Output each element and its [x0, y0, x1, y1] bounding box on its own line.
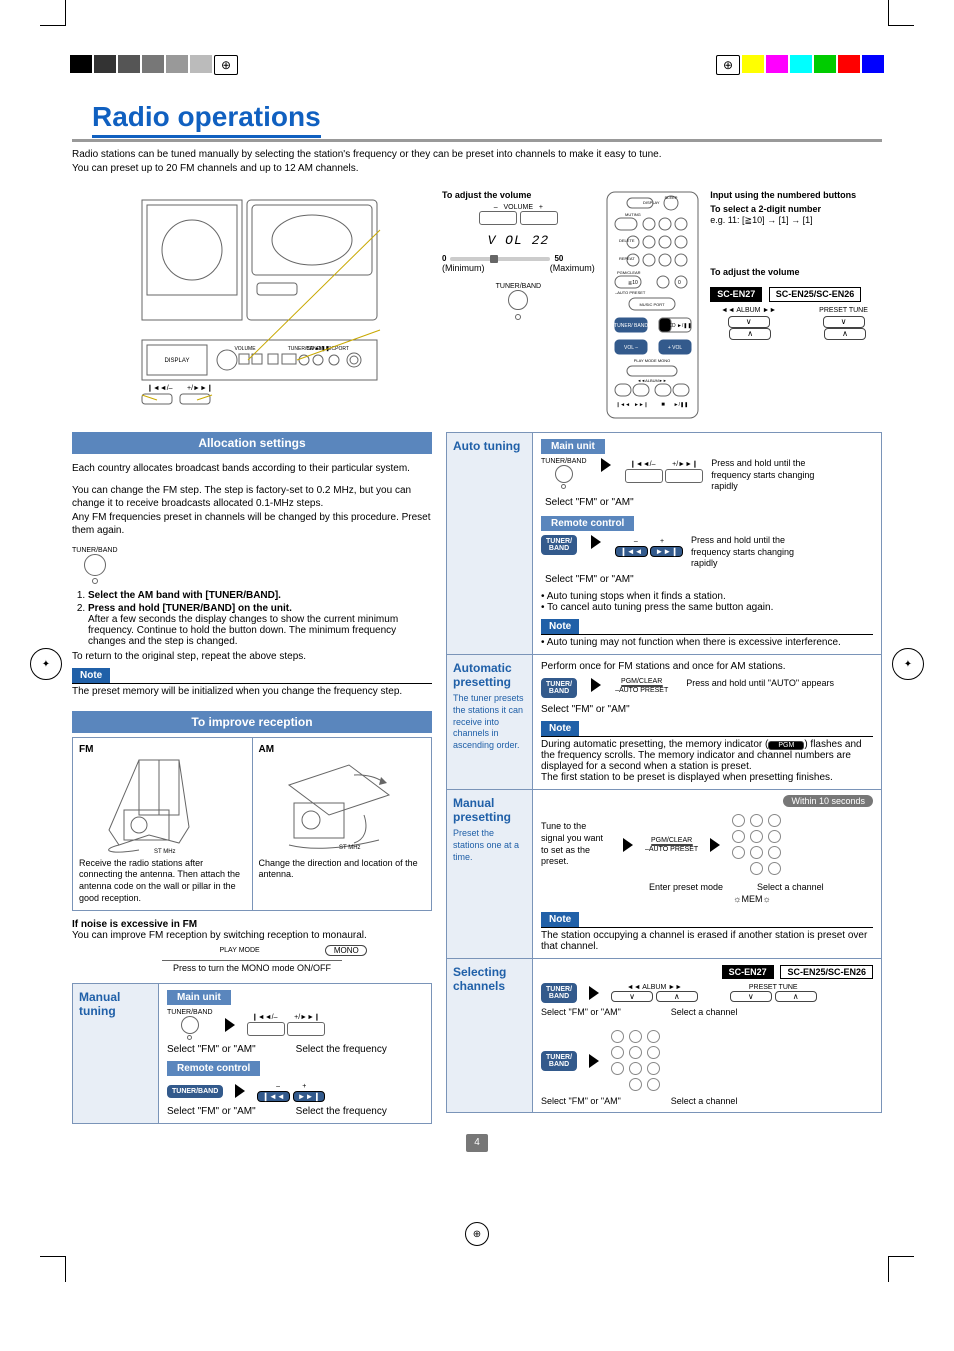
- svg-text:■: ■: [661, 402, 665, 408]
- fm-label: FM: [79, 744, 93, 755]
- svg-text:►►❙: ►►❙: [634, 402, 648, 408]
- numpad-icon: [732, 811, 781, 878]
- remote-illustration: DISPLAY SLEEP MUTING DELETE REPEAT PGM/C…: [605, 190, 700, 422]
- svg-text:❙◄◄/–: ❙◄◄/–: [147, 384, 173, 392]
- intro-text: Radio stations can be tuned manually by …: [72, 148, 882, 176]
- svg-text:ST MHz: ST MHz: [154, 849, 176, 855]
- display-text: V OL 22: [488, 233, 550, 248]
- side-register-icon: ✦: [892, 648, 924, 680]
- numpad-icon: [611, 1027, 660, 1094]
- select-channels-title: Selecting channels: [453, 965, 526, 993]
- remote-captions: Input using the numbered buttons To sele…: [710, 190, 882, 340]
- volume-title: To adjust the volume: [442, 190, 595, 200]
- main-unit-illustration: DISPLAY VOLUME TUNER/BAND CD ►/❚❚ MUSICP…: [72, 190, 432, 413]
- page: Radio operations Radio stations can be t…: [62, 71, 892, 1212]
- svg-text:CD ►/❚❚: CD ►/❚❚: [668, 323, 691, 329]
- svg-text:◄◄ALBUM►►: ◄◄ALBUM►►: [637, 378, 667, 383]
- side-register-icon: ✦: [30, 648, 62, 680]
- svg-text:0: 0: [678, 280, 681, 286]
- svg-text:ST MHz: ST MHz: [339, 845, 361, 851]
- allocation-steps: Select the AM band with [TUNER/BAND]. Pr…: [72, 590, 432, 647]
- svg-text:❙◄◄: ❙◄◄: [616, 402, 630, 408]
- manual-preset-title: Manual presetting: [453, 796, 526, 824]
- svg-text:PGM/CLEAR: PGM/CLEAR: [617, 270, 641, 275]
- auto-tuning-title: Auto tuning: [453, 439, 526, 453]
- svg-text:►/❚❚: ►/❚❚: [674, 402, 689, 408]
- allocation-title: Allocation settings: [72, 432, 432, 454]
- svg-text:MUTING: MUTING: [625, 212, 641, 217]
- svg-text:≧10: ≧10: [628, 280, 638, 286]
- noisy-title: If noise is excessive in FM: [72, 919, 197, 930]
- svg-text:DISPLAY: DISPLAY: [643, 200, 660, 205]
- svg-text:VOLUME: VOLUME: [234, 346, 256, 352]
- print-registration-bottom: ⊕: [0, 1212, 954, 1282]
- auto-preset-title: Automatic presetting: [453, 661, 526, 689]
- svg-text:+/►►❙: +/►►❙: [187, 384, 213, 392]
- tune-instruction: Tune to the signal you want to set as th…: [541, 821, 611, 868]
- svg-text:SLEEP: SLEEP: [665, 195, 678, 200]
- svg-text:–AUTO PRESET: –AUTO PRESET: [615, 290, 646, 295]
- page-title: Radio operations: [92, 101, 321, 138]
- am-antenna-icon: ST MHz: [259, 755, 409, 855]
- page-number: 4: [466, 1134, 488, 1152]
- svg-text:DELETE: DELETE: [619, 238, 635, 243]
- svg-text:PLAY MODE MONO: PLAY MODE MONO: [634, 358, 671, 363]
- fm-antenna-icon: ST MHz: [79, 755, 229, 855]
- svg-text:REPEAT: REPEAT: [619, 256, 635, 261]
- manual-tuning-title: Manual tuning: [79, 990, 152, 1018]
- right-panel: Auto tuning Main unit TUNER/BAND: [446, 432, 882, 1113]
- reception-title: To improve reception: [72, 711, 432, 733]
- svg-text:DISPLAY: DISPLAY: [165, 358, 190, 364]
- volume-adjust-panel: To adjust the volume – VOLUME + V OL 22 …: [442, 190, 595, 322]
- svg-text:MUSIC PORT: MUSIC PORT: [639, 302, 665, 307]
- svg-text:VOL –: VOL –: [624, 345, 638, 351]
- print-registration-top: ⊕ ⊕: [0, 0, 954, 71]
- am-label: AM: [259, 744, 275, 755]
- note-label: Note: [72, 668, 110, 683]
- arrow-icon: [225, 1018, 235, 1032]
- svg-text:TUNER/ BAND: TUNER/ BAND: [614, 323, 648, 329]
- svg-text:+ VOL: + VOL: [668, 345, 683, 351]
